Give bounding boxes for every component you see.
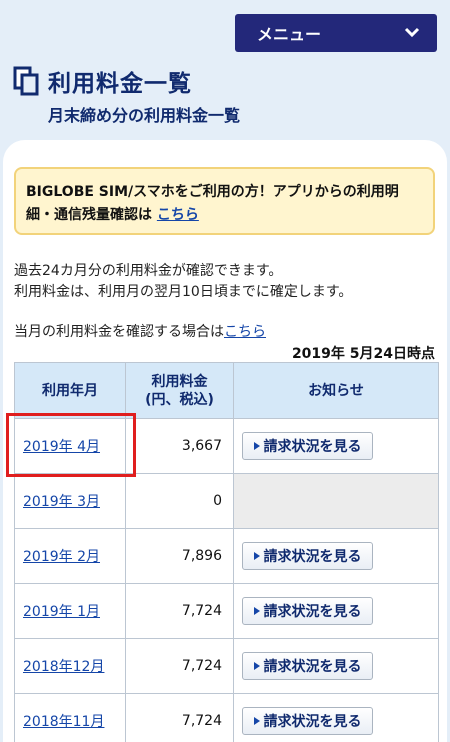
view-billing-status-button[interactable]: 請求状況を見る: [242, 707, 373, 735]
triangle-right-icon: [253, 442, 260, 450]
month-cell: 2019年 4月: [14, 418, 126, 474]
month-cell: 2019年 1月: [14, 583, 126, 639]
table-row: 2018年11月 7,724 請求状況を見る: [14, 693, 439, 742]
current-month-link[interactable]: こちら: [224, 324, 266, 340]
header-notice: お知らせ: [233, 362, 439, 419]
month-link[interactable]: 2018年12月: [23, 659, 104, 675]
header-amount: 利用料金 (円、税込): [125, 362, 234, 419]
amount-cell: 3,667: [125, 418, 234, 474]
notice-cell: 請求状況を見る: [233, 693, 439, 742]
intro-text: 過去24カ月分の利用料金が確認できます。 利用料金は、利用月の翌月10日頃までに…: [14, 261, 439, 303]
notice-cell: 請求状況を見る: [233, 418, 439, 474]
amount-cell: 7,724: [125, 638, 234, 694]
table-row: 2019年 2月 7,896 請求状況を見る: [14, 528, 439, 584]
page-title: 利用料金一覧: [48, 71, 192, 97]
view-billing-status-button[interactable]: 請求状況を見る: [242, 432, 373, 460]
month-link[interactable]: 2019年 2月: [23, 549, 100, 565]
amount-cell: 7,724: [125, 583, 234, 639]
triangle-right-icon: [253, 552, 260, 560]
content-card: BIGLOBE SIM/スマホをご利用の方！アプリからの利用明細・通信残量確認は…: [3, 140, 447, 742]
notice-cell: 請求状況を見る: [233, 528, 439, 584]
view-billing-status-label: 請求状況を見る: [263, 714, 362, 730]
current-month-label: 当月の利用料金を確認する場合は: [14, 324, 224, 340]
billing-table: 利用年月 利用料金 (円、税込) お知らせ 2019年 4月 3,667 請求状況を…: [14, 362, 439, 742]
page-header: 利用料金一覧 月末締め分の利用料金一覧: [12, 64, 240, 126]
view-billing-status-label: 請求状況を見る: [263, 659, 362, 675]
amount-cell: 0: [125, 473, 234, 529]
intro-line-1: 過去24カ月分の利用料金が確認できます。: [14, 263, 283, 279]
view-billing-status-button[interactable]: 請求状況を見る: [242, 542, 373, 570]
app-notice-link[interactable]: こちら: [157, 207, 199, 223]
notice-cell: 請求状況を見る: [233, 638, 439, 694]
header-amount-line1: 利用料金: [151, 373, 208, 390]
view-billing-status-label: 請求状況を見る: [263, 604, 362, 620]
triangle-right-icon: [253, 607, 260, 615]
view-billing-status-button[interactable]: 請求状況を見る: [242, 652, 373, 680]
month-link[interactable]: 2019年 3月: [23, 494, 100, 510]
amount-cell: 7,896: [125, 528, 234, 584]
table-header-row: 利用年月 利用料金 (円、税込) お知らせ: [14, 362, 439, 419]
table-row: 2018年12月 7,724 請求状況を見る: [14, 638, 439, 694]
month-cell: 2018年12月: [14, 638, 126, 694]
notice-cell: [233, 473, 439, 529]
app-notice-box: BIGLOBE SIM/スマホをご利用の方！アプリからの利用明細・通信残量確認は…: [14, 167, 435, 235]
menu-label: メニュー: [257, 25, 322, 44]
month-link[interactable]: 2019年 4月: [23, 439, 100, 455]
current-month-text: 当月の利用料金を確認する場合はこちら: [14, 321, 266, 341]
document-copy-icon: [13, 66, 39, 96]
amount-cell: 7,724: [125, 693, 234, 742]
chevron-down-icon: [404, 27, 420, 38]
triangle-right-icon: [253, 662, 260, 670]
view-billing-status-label: 請求状況を見る: [263, 549, 362, 565]
month-link[interactable]: 2019年 1月: [23, 604, 100, 620]
month-cell: 2018年11月: [14, 693, 126, 742]
table-row: 2019年 1月 7,724 請求状況を見る: [14, 583, 439, 639]
header-month: 利用年月: [14, 362, 126, 419]
app-notice-text: BIGLOBE SIM/スマホをご利用の方！アプリからの利用明細・通信残量確認は: [26, 184, 399, 223]
month-cell: 2019年 2月: [14, 528, 126, 584]
page-subtitle: 月末締め分の利用料金一覧: [48, 106, 241, 125]
table-row: 2019年 4月 3,667 請求状況を見る: [14, 418, 439, 474]
view-billing-status-button[interactable]: 請求状況を見る: [242, 597, 373, 625]
month-cell: 2019年 3月: [14, 473, 126, 529]
header-amount-line2: (円、税込): [145, 391, 214, 408]
triangle-right-icon: [253, 717, 260, 725]
as-of-date: 2019年 5月24日時点: [291, 346, 435, 362]
intro-line-2: 利用料金は、利用月の翌月10日頃までに確定します。: [14, 284, 353, 300]
notice-cell: 請求状況を見る: [233, 583, 439, 639]
view-billing-status-label: 請求状況を見る: [263, 439, 362, 455]
table-row: 2019年 3月 0: [14, 473, 439, 529]
month-link[interactable]: 2018年11月: [23, 714, 104, 730]
menu-button[interactable]: メニュー: [235, 14, 437, 52]
